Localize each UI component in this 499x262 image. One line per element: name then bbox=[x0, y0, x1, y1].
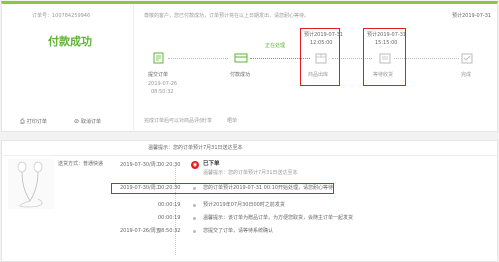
step-time: 预计2019-07-31 bbox=[367, 32, 407, 38]
tracking-time: 00:20:30 bbox=[158, 162, 181, 168]
step-label: 提交订单 bbox=[148, 72, 169, 78]
tracking-time: 00:00:19 bbox=[158, 202, 181, 208]
cancel-order-link[interactable]: ⊘ 取消订单 bbox=[74, 119, 101, 125]
tracking-text: 已下单 bbox=[203, 161, 220, 167]
print-icon: ⎙ bbox=[20, 118, 25, 125]
timeline-dot-icon bbox=[193, 230, 196, 233]
tracking-date: 2019-07-26/周五 bbox=[120, 228, 161, 234]
step-time: 12:05:00 bbox=[310, 40, 333, 46]
cancel-icon: ⊘ bbox=[74, 118, 80, 125]
tracking-text: 温馨提示：该订单为赠品订单，为方便您取货，会随主订单一起发货 bbox=[203, 215, 354, 221]
order-notice: 尊敬的客户，您已付款成功，订单预计将在以上日期发出，请您耐心等待。 bbox=[144, 13, 310, 19]
timeline-current-label: 正在处理 bbox=[265, 43, 286, 49]
show-order-link[interactable]: 晒单 bbox=[227, 119, 237, 124]
share-link[interactable]: 分享 bbox=[202, 119, 212, 124]
tracking-sub: 温馨提示：您的订单预计7月31日送达至本 bbox=[203, 170, 298, 176]
order-summary-panel: 订单号：100784259946 付款成功 ⎙ 打印订单 ⊘ 取消订单 bbox=[2, 4, 134, 132]
timeline-dot-icon bbox=[193, 204, 196, 207]
delivery-method: 送货方式：普通快递 bbox=[58, 161, 104, 167]
shipping-box-icon bbox=[315, 53, 327, 64]
tracking-date: 2019-07-30/周二 bbox=[120, 185, 161, 191]
current-status-dot-icon: ◉ bbox=[191, 161, 199, 169]
waiting-receipt-icon bbox=[379, 53, 391, 64]
step-label: 付款成功 bbox=[230, 72, 251, 78]
step-time: 15:15:00 bbox=[375, 40, 398, 46]
product-image-earphones bbox=[8, 159, 54, 209]
step-time: 预计2019-07-31 bbox=[304, 32, 344, 38]
shipment-notice: 温馨提示：您的订单预计7月31日送达至本 bbox=[148, 145, 243, 151]
step-time: 08:50:32 bbox=[151, 89, 174, 95]
tracking-time: 08:50:32 bbox=[158, 228, 181, 234]
step-label: 等待收货 bbox=[373, 72, 394, 78]
complete-icon bbox=[461, 53, 473, 64]
tracking-time: 00:20:30 bbox=[158, 185, 181, 191]
print-order-link[interactable]: ⎙ 打印订单 bbox=[20, 119, 47, 125]
submit-order-icon bbox=[153, 52, 164, 64]
right-estimate: 预计2019-07-31 bbox=[452, 13, 492, 19]
timeline-connector bbox=[168, 58, 228, 59]
step-label: 商品出库 bbox=[308, 72, 329, 78]
payment-icon bbox=[234, 53, 248, 63]
step-label: 完成 bbox=[461, 72, 472, 78]
shipment-card: 温馨提示：您的订单预计7月31日送达至本 送货方式：普通快递 2019-07-3… bbox=[1, 140, 498, 262]
order-status-card: 订单号：100784259946 付款成功 ⎙ 打印订单 ⊘ 取消订单 尊敬的客… bbox=[1, 1, 498, 132]
tracking-date: 2019-07-30/周二 bbox=[120, 162, 161, 168]
tracking-timeline-line bbox=[175, 165, 176, 255]
step-time: 2019-07-26 bbox=[148, 81, 178, 87]
tracking-time: 00:00:19 bbox=[158, 215, 181, 221]
tracking-text: 您提交了订单，请等待系统确认 bbox=[203, 228, 274, 234]
divider bbox=[2, 155, 497, 156]
tracking-text: 预计2019年07月30日00时之前发货 bbox=[203, 202, 285, 208]
timeline-dot-icon bbox=[193, 217, 196, 220]
order-page: 订单号：100784259946 付款成功 ⎙ 打印订单 ⊘ 取消订单 尊敬的客… bbox=[0, 0, 499, 262]
tracking-text: 您的订单预计2019-07-31 00:10开始处理，请您耐心等待 bbox=[203, 185, 334, 191]
timeline-dot-icon bbox=[193, 187, 196, 190]
order-status-title: 付款成功 bbox=[48, 35, 92, 48]
order-number: 订单号：100784259946 bbox=[32, 13, 91, 19]
review-note: 完成订单后可以对商品评价 bbox=[144, 118, 205, 124]
